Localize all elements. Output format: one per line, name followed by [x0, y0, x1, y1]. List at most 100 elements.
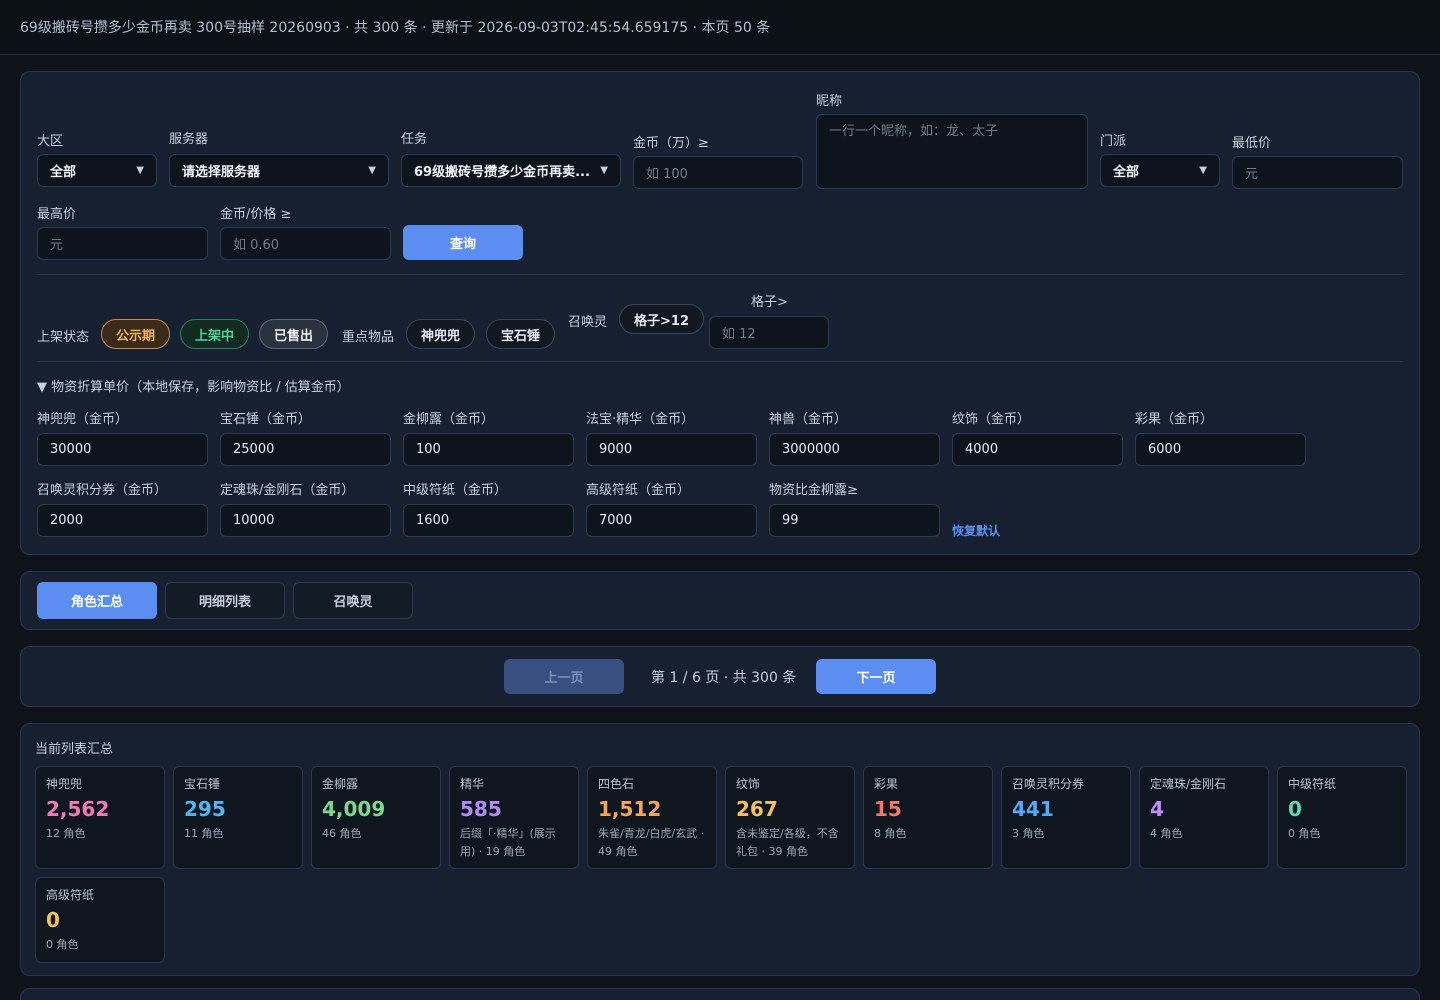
page-title: 69级搬砖号攒多少金币再卖 300号抽样 20260903 · 共 300 条 …	[20, 20, 771, 36]
status-sold-pill[interactable]: 已售出	[259, 319, 329, 349]
price-field-label: 纹饰（金币）	[952, 412, 1031, 427]
price-field-input[interactable]: 9000	[586, 433, 757, 466]
task-label: 任务	[401, 132, 428, 147]
price-field-input[interactable]: 7000	[586, 504, 757, 537]
price-field-label: 召唤灵积分券（金币）	[37, 483, 168, 498]
status-label: 上架状态	[37, 330, 90, 345]
price-field-input[interactable]: 3000000	[769, 433, 940, 466]
nickname-label: 昵称	[816, 94, 843, 109]
stat-title: 高级符纸	[46, 888, 95, 902]
min-price-input[interactable]: 元	[1232, 156, 1403, 189]
summary-title: 当前列表汇总	[35, 742, 114, 757]
stat-sub: 8 角色	[874, 827, 907, 840]
pricing-toggle[interactable]: ▼ 物资折算单价（本地保存，影响物资比 / 估算金币）	[37, 376, 350, 395]
prev-page-button[interactable]: 上一页	[504, 659, 624, 694]
region-select[interactable]: 全部 ▼	[37, 154, 157, 187]
status-public-pill[interactable]: 公示期	[101, 319, 171, 349]
price-field-input[interactable]: 6000	[1135, 433, 1306, 466]
price-field-input[interactable]: 30000	[37, 433, 208, 466]
slot-label: 格子>	[751, 295, 788, 310]
price-field-label: 彩果（金币）	[1135, 412, 1214, 427]
query-button[interactable]: 查询	[403, 225, 523, 260]
price-field-label: 中级符纸（金币）	[403, 483, 508, 498]
stat-sub: 后缀「·精华」(展示用) · 19 角色	[460, 827, 556, 858]
stat-sub: 12 角色	[46, 827, 86, 840]
stat-title: 定魂珠/金刚石	[1150, 777, 1227, 791]
stat-card: 四色石 1,512 朱雀/青龙/白虎/玄武 · 49 角色	[587, 766, 717, 869]
tab-summon[interactable]: 召唤灵	[293, 582, 413, 619]
price-field-label: 神兜兜（金币）	[37, 412, 129, 427]
stat-value: 15	[874, 797, 902, 821]
summon-label: 召唤灵	[568, 315, 608, 330]
stat-value: 0	[46, 908, 60, 932]
price-field-input[interactable]: 10000	[220, 504, 391, 537]
summary-panel: 当前列表汇总 神兜兜 2,562 12 角色 宝石锤 295 11 角色 金柳露 4,009 4…	[20, 723, 1420, 976]
stat-value: 441	[1012, 797, 1054, 821]
stat-title: 彩果	[874, 777, 899, 791]
school-label: 门派	[1100, 134, 1127, 149]
stat-title: 宝石锤	[184, 777, 221, 791]
price-field-label: 高级符纸（金币）	[586, 483, 691, 498]
slot-input[interactable]: 如 12	[709, 316, 829, 349]
price-field-input[interactable]: 100	[403, 433, 574, 466]
price-field-label: 神兽（金币）	[769, 412, 848, 427]
status-onsale-pill[interactable]: 上架中	[180, 319, 250, 349]
stat-card: 彩果 15 8 角色	[863, 766, 993, 869]
server-label: 服务器	[169, 132, 209, 147]
price-field-label: 物资比金柳露≥	[769, 483, 858, 498]
price-field-input[interactable]: 1600	[403, 504, 574, 537]
tab-detail-list[interactable]: 明细列表	[165, 582, 285, 619]
page-header: 69级搬砖号攒多少金币再卖 300号抽样 20260903 · 共 300 条 …	[0, 0, 1440, 55]
ratio-input[interactable]: 如 0.60	[220, 227, 391, 260]
stat-value: 585	[460, 797, 502, 821]
price-field-label: 宝石锤（金币）	[220, 412, 312, 427]
next-page-button[interactable]: 下一页	[816, 659, 936, 694]
stat-sub: 0 角色	[1288, 827, 1321, 840]
stat-card: 中级符纸 0 0 角色	[1277, 766, 1407, 869]
stat-sub: 0 角色	[46, 938, 79, 951]
stat-title: 金柳露	[322, 777, 359, 791]
stat-title: 神兜兜	[46, 777, 83, 791]
max-price-label: 最高价	[37, 207, 77, 222]
price-field-input[interactable]: 99	[769, 504, 940, 537]
ratio-label: 金币/价格 ≥	[220, 207, 292, 222]
stat-title: 中级符纸	[1288, 777, 1337, 791]
stat-value: 1,512	[598, 797, 662, 821]
stat-title: 纹饰	[736, 777, 761, 791]
price-field-input[interactable]: 4000	[952, 433, 1123, 466]
stat-card: 宝石锤 295 11 角色	[173, 766, 303, 869]
chevron-down-icon: ▼	[1199, 165, 1207, 176]
stat-card: 金柳露 4,009 46 角色	[311, 766, 441, 869]
pagination: 上一页 第 1 / 6 页 · 共 300 条 下一页	[20, 646, 1420, 707]
price-field-input[interactable]: 2000	[37, 504, 208, 537]
price-field-input[interactable]: 25000	[220, 433, 391, 466]
key-items-label: 重点物品	[342, 330, 395, 345]
gold-input[interactable]: 如 100	[633, 156, 803, 189]
region-label: 大区	[37, 134, 64, 149]
stat-sub: 3 角色	[1012, 827, 1045, 840]
item-baoshichui-pill[interactable]: 宝石锤	[486, 319, 556, 349]
slot-filter-pill[interactable]: 格子>12	[619, 304, 704, 334]
gold-label: 金币（万）≥	[633, 136, 709, 151]
divider	[37, 361, 1403, 362]
stat-value: 295	[184, 797, 226, 821]
stat-value: 2,562	[46, 797, 110, 821]
filter-panel: 大区 全部 ▼ 服务器 请选择服务器 ▼ 任务 69级搬砖号攒多少金币再卖... ▼ …	[20, 71, 1420, 555]
price-field-label: 金柳露（金币）	[403, 412, 495, 427]
max-price-input[interactable]: 元	[37, 227, 208, 260]
stat-card: 召唤灵积分券 441 3 角色	[1001, 766, 1131, 869]
task-select[interactable]: 69级搬砖号攒多少金币再卖... ▼	[401, 154, 621, 187]
item-shendoudou-pill[interactable]: 神兜兜	[406, 319, 476, 349]
stat-card: 纹饰 267 含未鉴定/各级，不含礼包 · 39 角色	[725, 766, 855, 869]
tab-role-summary[interactable]: 角色汇总	[37, 582, 157, 619]
stat-sub: 11 角色	[184, 827, 224, 840]
page-info: 第 1 / 6 页 · 共 300 条	[651, 669, 797, 686]
reset-defaults-link[interactable]: 恢复默认	[952, 522, 1000, 539]
next-panel	[20, 988, 1420, 1000]
server-select[interactable]: 请选择服务器 ▼	[169, 154, 389, 187]
nickname-textarea[interactable]	[816, 114, 1088, 189]
stat-sub: 朱雀/青龙/白虎/玄武 · 49 角色	[598, 827, 705, 858]
chevron-down-icon: ▼	[368, 165, 376, 176]
price-field-label: 法宝·精华（金币）	[586, 412, 695, 427]
school-select[interactable]: 全部 ▼	[1100, 154, 1220, 187]
